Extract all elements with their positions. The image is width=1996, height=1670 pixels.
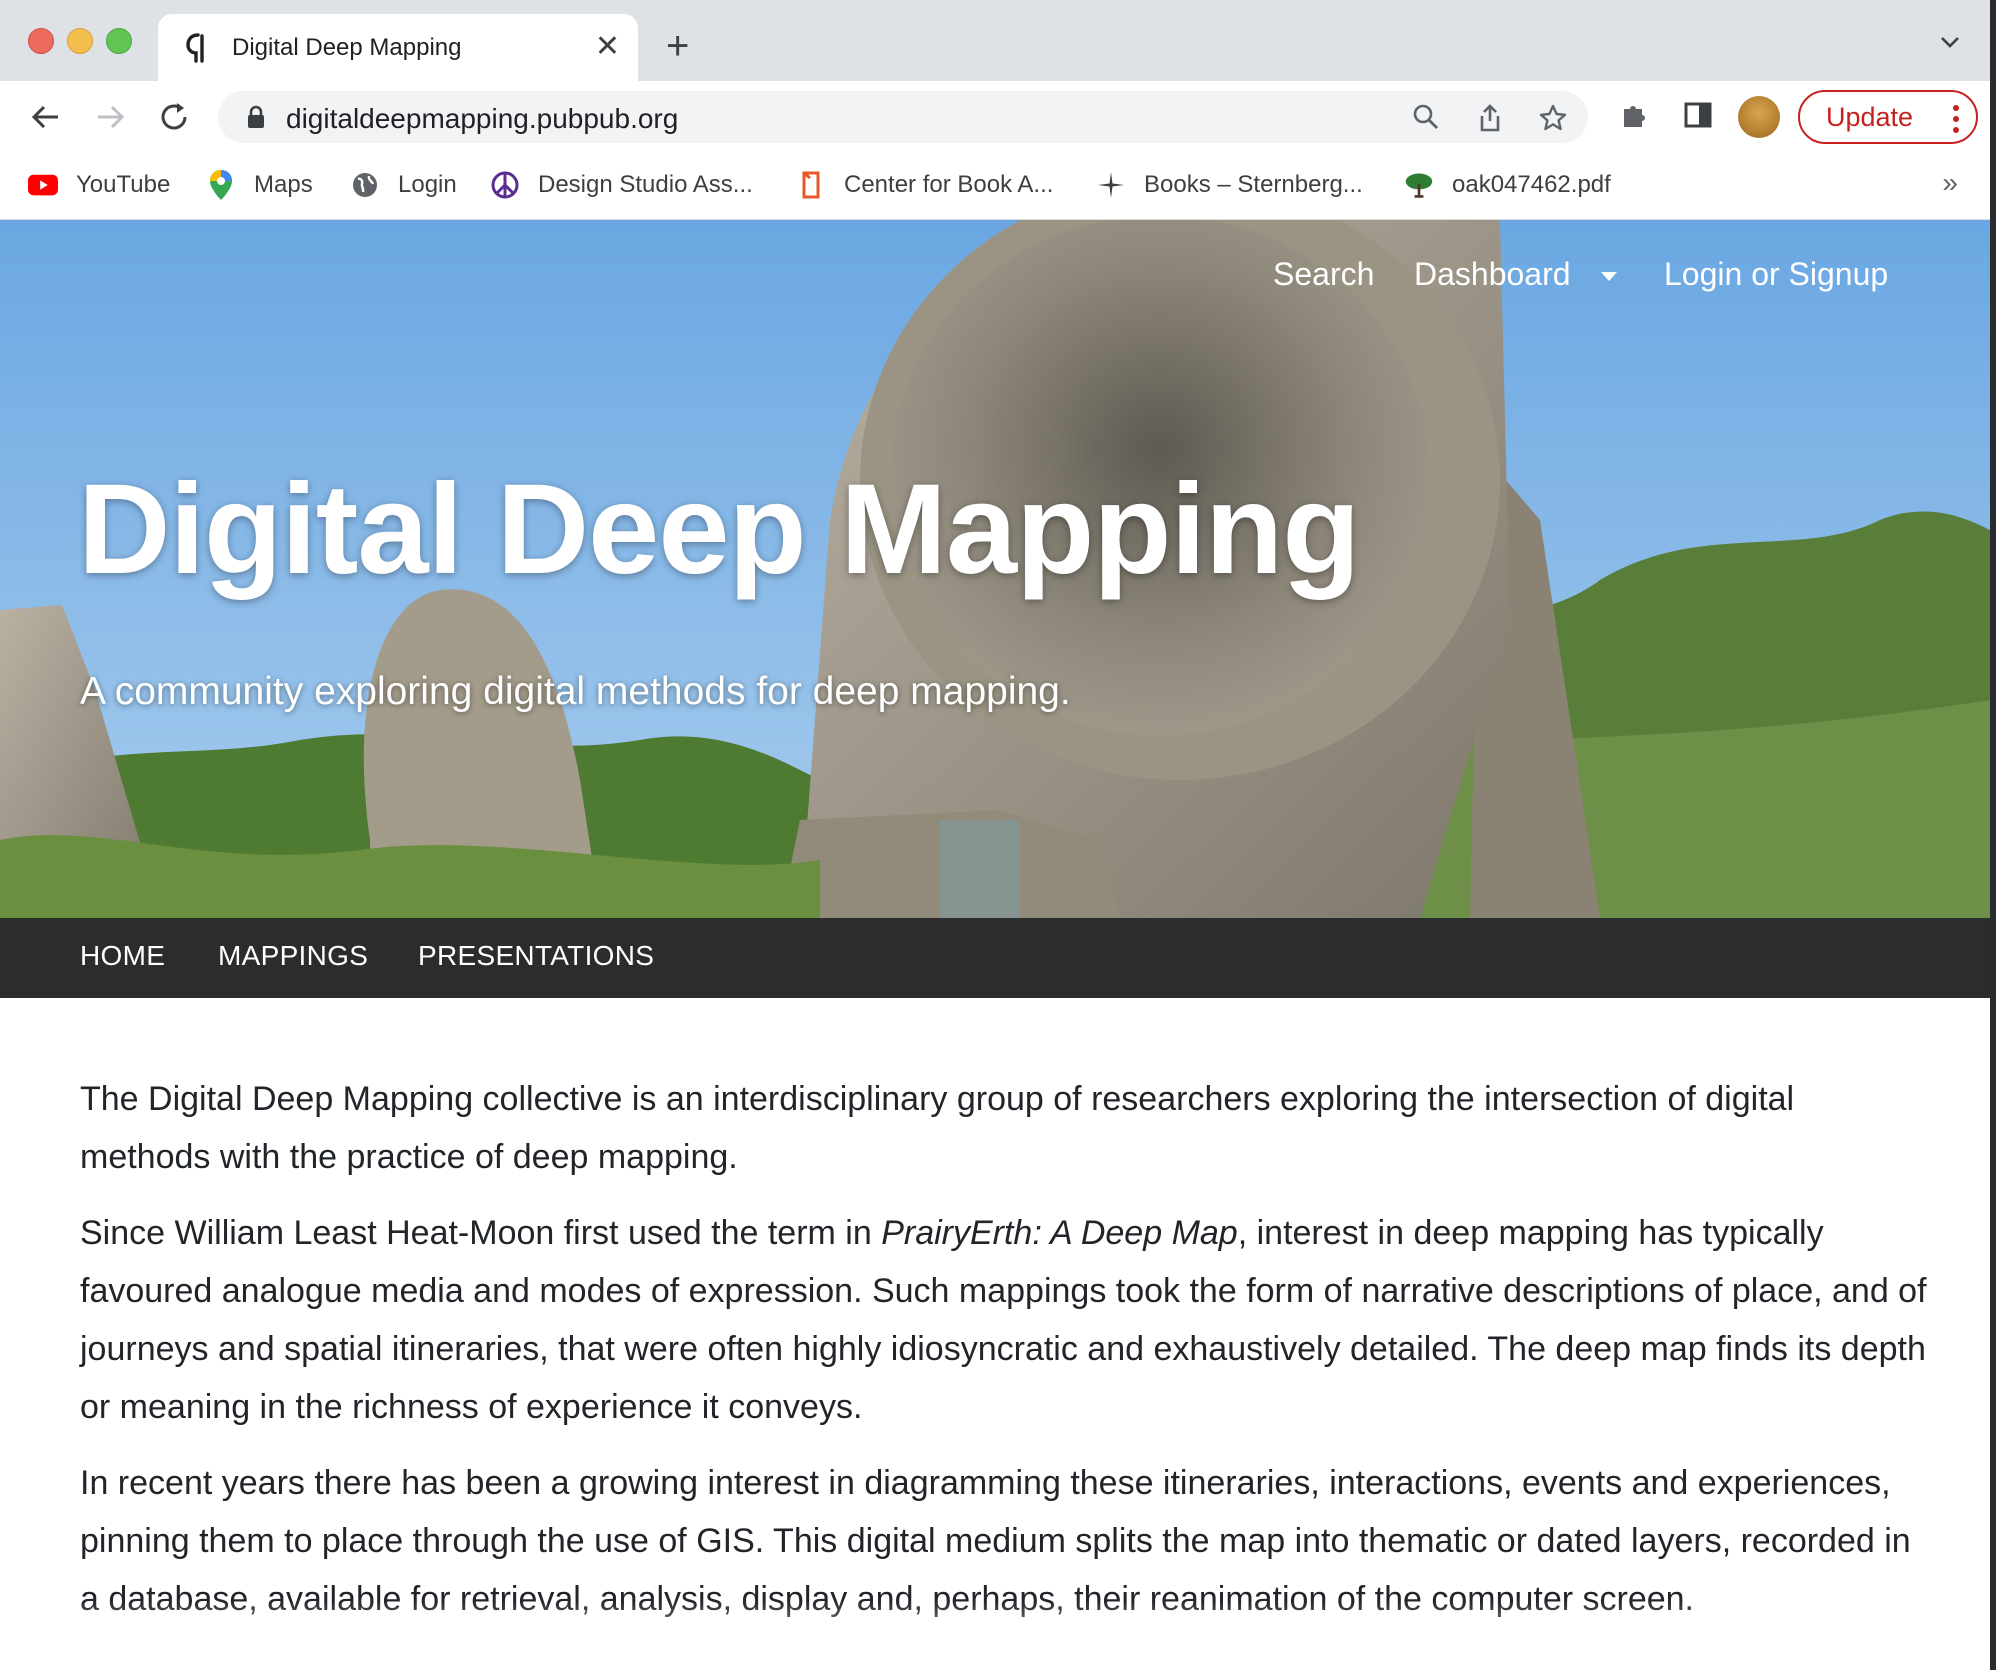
extensions-puzzle-icon[interactable] [1618, 99, 1650, 131]
forward-arrow-icon[interactable] [92, 99, 128, 135]
bookmark-item[interactable]: Design Studio Ass... [490, 167, 753, 203]
minimize-window-button[interactable] [67, 28, 93, 54]
nav-presentations[interactable]: PRESENTATIONS [418, 940, 654, 972]
star-logo-icon [1096, 170, 1126, 200]
reload-icon[interactable] [156, 99, 192, 135]
url-text[interactable]: digitaldeepmapping.pubpub.org [286, 103, 678, 135]
globe-icon [350, 170, 380, 200]
profile-avatar[interactable] [1738, 96, 1780, 138]
update-label: Update [1826, 101, 1914, 132]
site-subtitle: A community exploring digital methods fo… [80, 670, 1071, 713]
dashboard-menu[interactable]: Dashboard [1414, 256, 1571, 293]
close-tab-icon[interactable]: ✕ [595, 32, 620, 62]
bookmark-label: Maps [254, 171, 313, 198]
tab-title: Digital Deep Mapping [232, 33, 462, 61]
maximize-window-button[interactable] [106, 28, 132, 54]
maps-pin-icon [206, 170, 236, 200]
book-title-emphasis: PrairyErth: A Deep Map [881, 1214, 1238, 1252]
bookmark-item[interactable]: YouTube [28, 167, 170, 203]
side-panel-icon[interactable] [1682, 99, 1714, 131]
login-signup-link[interactable]: Login or Signup [1664, 256, 1888, 293]
new-tab-icon[interactable]: + [666, 26, 689, 66]
site-title: Digital Deep Mapping [78, 458, 1360, 601]
close-window-button[interactable] [28, 28, 54, 54]
bookmark-item[interactable]: Maps [206, 167, 313, 203]
back-arrow-icon[interactable] [28, 99, 64, 135]
bookmark-label: YouTube [76, 171, 171, 198]
bookmarks-bar: YouTube Maps Login Design Studio Ass... … [0, 153, 1990, 220]
youtube-icon [28, 170, 58, 200]
browser-window: Digital Deep Mapping ✕ + digitaldeepmapp… [0, 0, 1990, 1670]
bookmark-item[interactable]: Center for Book A... [796, 167, 1053, 203]
tree-icon [1404, 170, 1434, 200]
bookmark-star-icon[interactable] [1538, 103, 1568, 133]
bookmark-label: Login [398, 171, 457, 198]
bookmark-item[interactable]: Books – Sternberg... [1096, 167, 1363, 203]
lock-icon[interactable] [246, 105, 266, 129]
browser-tab-active[interactable]: Digital Deep Mapping ✕ [158, 14, 638, 81]
scroll-fade [0, 1600, 1990, 1670]
nav-mappings[interactable]: MAPPINGS [218, 940, 368, 972]
page-content: The Digital Deep Mapping collective is a… [80, 1070, 1930, 1646]
chevron-down-icon[interactable] [1938, 30, 1962, 54]
book-logo-icon [796, 170, 826, 200]
search-icon[interactable] [1412, 103, 1440, 131]
bookmark-item[interactable]: oak047462.pdf [1404, 167, 1611, 203]
peace-icon [490, 170, 520, 200]
site-search-link[interactable]: Search [1273, 256, 1374, 293]
intro-paragraph: The Digital Deep Mapping collective is a… [80, 1080, 1795, 1176]
more-vert-icon [1953, 105, 1959, 133]
caret-down-icon[interactable] [1600, 271, 1618, 283]
share-icon[interactable] [1476, 103, 1504, 133]
bookmark-label: Books – Sternberg... [1144, 171, 1363, 198]
bookmark-item[interactable]: Login [350, 167, 457, 203]
update-browser-button[interactable]: Update [1798, 90, 1978, 144]
nav-home[interactable]: HOME [80, 940, 165, 972]
hero-banner: Search Dashboard Login or Signup Digital… [0, 220, 1990, 918]
main-navigation: HOME MAPPINGS PRESENTATIONS [0, 918, 1990, 998]
bookmark-label: Center for Book A... [844, 171, 1054, 198]
bookmark-label: Design Studio Ass... [538, 171, 753, 198]
page-viewport: Search Dashboard Login or Signup Digital… [0, 220, 1990, 1670]
text-segment: Since William Least Heat-Moon first used… [80, 1214, 882, 1252]
bookmark-label: oak047462.pdf [1452, 171, 1611, 198]
history-paragraph: Since William Least Heat-Moon first used… [80, 1204, 1930, 1436]
tab-strip: Digital Deep Mapping ✕ + [0, 0, 1990, 81]
address-bar[interactable]: digitaldeepmapping.pubpub.org [218, 91, 1588, 143]
pubpub-favicon-icon [186, 32, 204, 63]
browser-toolbar: digitaldeepmapping.pubpub.org Update [0, 81, 1990, 153]
bookmarks-overflow-icon[interactable]: » [1942, 167, 1958, 199]
